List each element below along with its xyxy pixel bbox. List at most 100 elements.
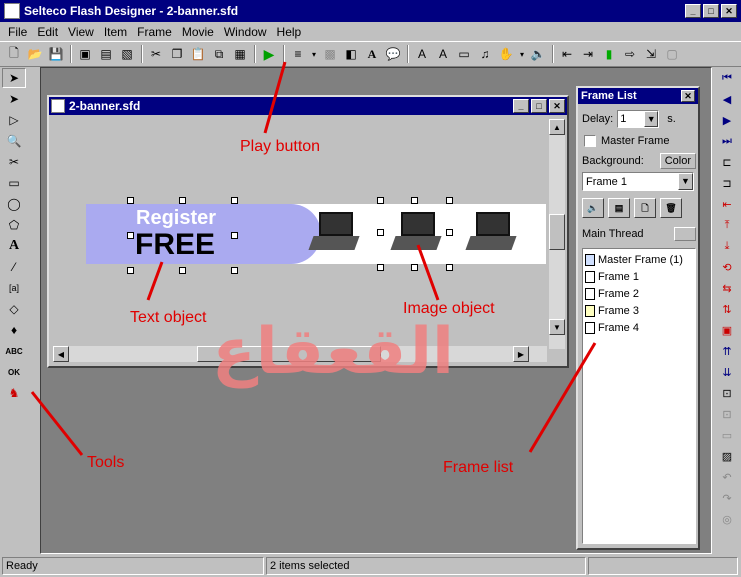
menu-view[interactable]: View <box>68 25 94 39</box>
layer-icon[interactable]: ▮ <box>599 44 619 64</box>
rectangle-icon[interactable]: ▭ <box>2 173 26 193</box>
frame-item-2[interactable]: Frame 2 <box>585 285 693 302</box>
vertical-scrollbar[interactable]: ▲ ▼ <box>549 119 565 349</box>
delete-frame-icon[interactable]: 🗑 <box>660 198 682 218</box>
picture-icon[interactable]: ▨ <box>716 447 738 466</box>
distribute-icon[interactable]: ▣ <box>716 321 738 340</box>
scroll-down-icon[interactable]: ▼ <box>549 319 565 335</box>
last-frame-icon[interactable]: ⏭ <box>716 132 738 151</box>
image-handle-tr[interactable] <box>446 197 453 204</box>
frame-item-1[interactable]: Frame 1 <box>585 268 693 285</box>
move-left-icon[interactable]: ⇤ <box>716 195 738 214</box>
text-object-free[interactable]: FREE <box>135 228 215 262</box>
text-tool-icon[interactable]: A <box>362 44 382 64</box>
frame-select[interactable]: Frame 1 ▼ <box>582 172 694 191</box>
rotate-icon[interactable]: ⟲ <box>716 258 738 277</box>
dropdown-arrow-icon[interactable]: ▾ <box>517 44 527 64</box>
duplicate-icon[interactable]: ⧉ <box>209 44 229 64</box>
export-icon[interactable]: ▤ <box>96 44 116 64</box>
text-handle-ml[interactable] <box>127 232 134 239</box>
text-handle-mr[interactable] <box>231 232 238 239</box>
doc-minimize-button[interactable]: _ <box>513 99 529 113</box>
close-button[interactable]: ✕ <box>721 4 737 18</box>
transform-icon[interactable]: ◧ <box>341 44 361 64</box>
menu-help[interactable]: Help <box>277 25 302 39</box>
resize-icon[interactable]: ⊡ <box>716 384 738 403</box>
text-handle-bm[interactable] <box>179 267 186 274</box>
select-icon[interactable]: ➤ <box>2 89 26 109</box>
disabled-icon[interactable]: ▢ <box>662 44 682 64</box>
order-up-icon[interactable]: ⇈ <box>716 342 738 361</box>
open-folder-icon[interactable]: 📂 <box>25 44 45 64</box>
image-handle-ml[interactable] <box>377 229 384 236</box>
frame-item-4[interactable]: Frame 4 <box>585 319 693 336</box>
flip-v-icon[interactable]: ⇅ <box>716 300 738 319</box>
sprite-icon[interactable]: ♞ <box>2 383 26 403</box>
bring-front-icon[interactable]: ⇤ <box>557 44 577 64</box>
paste-icon[interactable]: 📋 <box>188 44 208 64</box>
image-handle-tm[interactable] <box>411 197 418 204</box>
doc-close-button[interactable]: ✕ <box>549 99 565 113</box>
subselect-icon[interactable]: ▷ <box>2 110 26 130</box>
menu-frame[interactable]: Frame <box>137 25 172 39</box>
tool-disabled-icon[interactable]: ◎ <box>716 510 738 529</box>
delay-select[interactable]: 1 ▼ <box>617 110 660 128</box>
frame-properties-icon[interactable]: ▤ <box>608 198 630 218</box>
menu-window[interactable]: Window <box>224 25 267 39</box>
play-icon[interactable]: ▶ <box>259 44 279 64</box>
laptop-image-3[interactable] <box>465 212 517 254</box>
eraser-icon[interactable]: ◇ <box>2 299 26 319</box>
minimize-button[interactable]: _ <box>685 4 701 18</box>
image-handle-br[interactable] <box>446 264 453 271</box>
polygon-icon[interactable]: ⬠ <box>2 215 26 235</box>
sound-icon[interactable]: ♫ <box>475 44 495 64</box>
scroll-left-icon[interactable]: ◀ <box>53 346 69 362</box>
frame-listbox[interactable]: Master Frame (1) Frame 1 Frame 2 Frame 3… <box>582 248 696 544</box>
image-handle-tl[interactable] <box>377 197 384 204</box>
laptop-image-1[interactable] <box>308 212 360 254</box>
frame-item-master[interactable]: Master Frame (1) <box>585 251 693 268</box>
menu-movie[interactable]: Movie <box>182 25 214 39</box>
move-down-icon[interactable]: ⤓ <box>716 237 738 256</box>
forward-icon[interactable]: ⇨ <box>620 44 640 64</box>
flip-h-icon[interactable]: ⇆ <box>716 279 738 298</box>
menu-item[interactable]: Item <box>104 25 127 39</box>
master-frame-checkbox[interactable] <box>584 135 596 147</box>
text-object-register[interactable]: Register <box>136 207 216 230</box>
redo-disabled-icon[interactable]: ↷ <box>716 489 738 508</box>
scroll-right-icon[interactable]: ▶ <box>513 346 529 362</box>
abc-icon[interactable]: ABC <box>2 341 26 361</box>
ellipse-icon[interactable]: ◯ <box>2 194 26 214</box>
menu-file[interactable]: File <box>8 25 27 39</box>
image-handle-bm[interactable] <box>411 264 418 271</box>
font-smaller-icon[interactable]: A <box>433 44 453 64</box>
text-handle-bl[interactable] <box>127 267 134 274</box>
vertical-scroll-thumb[interactable] <box>549 214 565 250</box>
text-handle-br[interactable] <box>231 267 238 274</box>
publish-icon[interactable]: ▣ <box>75 44 95 64</box>
new-frame-icon[interactable]: 🗋 <box>634 198 656 218</box>
image-icon[interactable]: ▧ <box>117 44 137 64</box>
chevron-down-icon[interactable]: ▼ <box>678 173 693 190</box>
group-icon[interactable]: ▦ <box>230 44 250 64</box>
frame-list-close-button[interactable]: ✕ <box>681 90 695 102</box>
undo-disabled-icon[interactable]: ↶ <box>716 468 738 487</box>
chevron-down-icon[interactable]: ▼ <box>644 111 659 127</box>
first-frame-icon[interactable]: ⏮ <box>716 69 738 88</box>
align-left-icon[interactable]: ⊏ <box>716 153 738 172</box>
copy-icon[interactable]: ❐ <box>167 44 187 64</box>
resize-disabled-icon[interactable]: ⊡ <box>716 405 738 424</box>
save-icon[interactable]: 💾 <box>46 44 66 64</box>
eyedropper-icon[interactable]: ⁄ <box>2 257 26 277</box>
scissors-icon[interactable]: ✂ <box>2 152 26 172</box>
menu-edit[interactable]: Edit <box>37 25 58 39</box>
ok-button-icon[interactable]: OK <box>2 362 26 382</box>
maximize-button[interactable]: □ <box>703 4 719 18</box>
order-down-icon[interactable]: ⇊ <box>716 363 738 382</box>
font-larger-icon[interactable]: A <box>412 44 432 64</box>
send-back-icon[interactable]: ⇥ <box>578 44 598 64</box>
dropdown-arrow-icon[interactable]: ▾ <box>309 44 319 64</box>
text-handle-tr[interactable] <box>231 197 238 204</box>
line-width-icon[interactable]: ≡ <box>288 44 308 64</box>
doc-maximize-button[interactable]: □ <box>531 99 547 113</box>
